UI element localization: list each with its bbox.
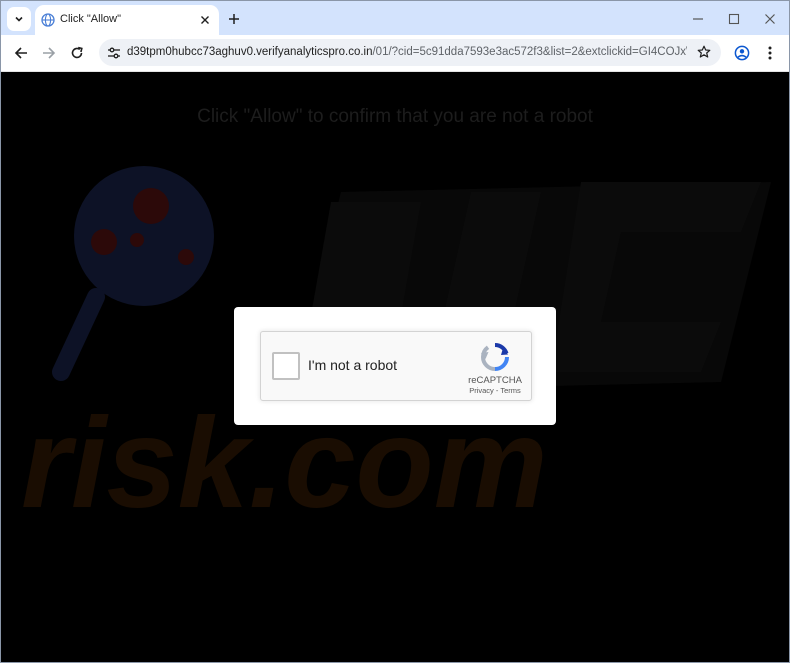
tab-strip: Click "Allow" [1, 1, 789, 35]
minimize-icon [693, 18, 703, 20]
recaptcha-icon [481, 342, 509, 371]
more-vert-icon [768, 46, 772, 60]
chevron-down-icon [15, 16, 23, 22]
url-text[interactable]: d39tpm0hubcc73aghuv0.verifyanalyticspro.… [127, 46, 687, 58]
globe-icon [41, 13, 55, 27]
arrow-right-icon [43, 47, 56, 59]
tab-search-button[interactable] [7, 7, 31, 31]
maximize-icon [728, 13, 740, 25]
browser-window: Click "Allow" d39tpm0hubcc73aghuv0.verif… [0, 0, 790, 663]
close-icon [201, 16, 209, 24]
minimize-button[interactable] [689, 10, 707, 28]
star-icon [697, 45, 711, 58]
page-headline: Click "Allow" to confirm that you are no… [197, 106, 593, 127]
new-tab-button[interactable] [225, 10, 243, 28]
menu-button[interactable] [760, 43, 780, 63]
back-button[interactable] [11, 43, 31, 63]
profile-button[interactable] [732, 43, 752, 63]
page-content: risk.com Click "Allow" to confirm that y… [1, 72, 789, 662]
robot-label: I'm not a robot [308, 357, 398, 373]
tab-close-button[interactable] [197, 12, 213, 28]
url-path: /01/?cid=5c91dda7593e3ac572f3&list=2&ext… [372, 46, 687, 58]
robot-checkbox[interactable] [272, 352, 300, 380]
captcha-card: I'm not a robot reCAPTCHA Privacy - Term… [234, 307, 556, 425]
forward-button[interactable] [39, 43, 59, 63]
close-icon [765, 14, 775, 24]
maximize-button[interactable] [725, 10, 743, 28]
reload-icon [71, 46, 83, 59]
tab-active[interactable]: Click "Allow" [35, 5, 219, 35]
tab-title: Click "Allow" [60, 13, 121, 25]
close-window-button[interactable] [761, 10, 779, 28]
privacy-link[interactable]: Privacy [469, 386, 494, 395]
recaptcha-brand: reCAPTCHA [468, 375, 522, 386]
profile-icon [734, 45, 750, 61]
site-info-button[interactable] [105, 44, 123, 62]
bookmark-star-button[interactable] [695, 43, 713, 61]
browser-toolbar: d39tpm0hubcc73aghuv0.verifyanalyticspro.… [1, 35, 789, 72]
plus-icon [229, 14, 239, 24]
reload-button[interactable] [67, 43, 87, 63]
terms-link[interactable]: Terms [500, 386, 520, 395]
address-bar[interactable]: d39tpm0hubcc73aghuv0.verifyanalyticspro.… [99, 39, 721, 66]
recaptcha-links: Privacy - Terms [461, 386, 529, 395]
tune-icon [108, 47, 120, 59]
recaptcha-widget: I'm not a robot reCAPTCHA Privacy - Term… [260, 331, 532, 401]
arrow-left-icon [14, 47, 27, 59]
url-host: d39tpm0hubcc73aghuv0.verifyanalyticspro.… [127, 46, 373, 58]
